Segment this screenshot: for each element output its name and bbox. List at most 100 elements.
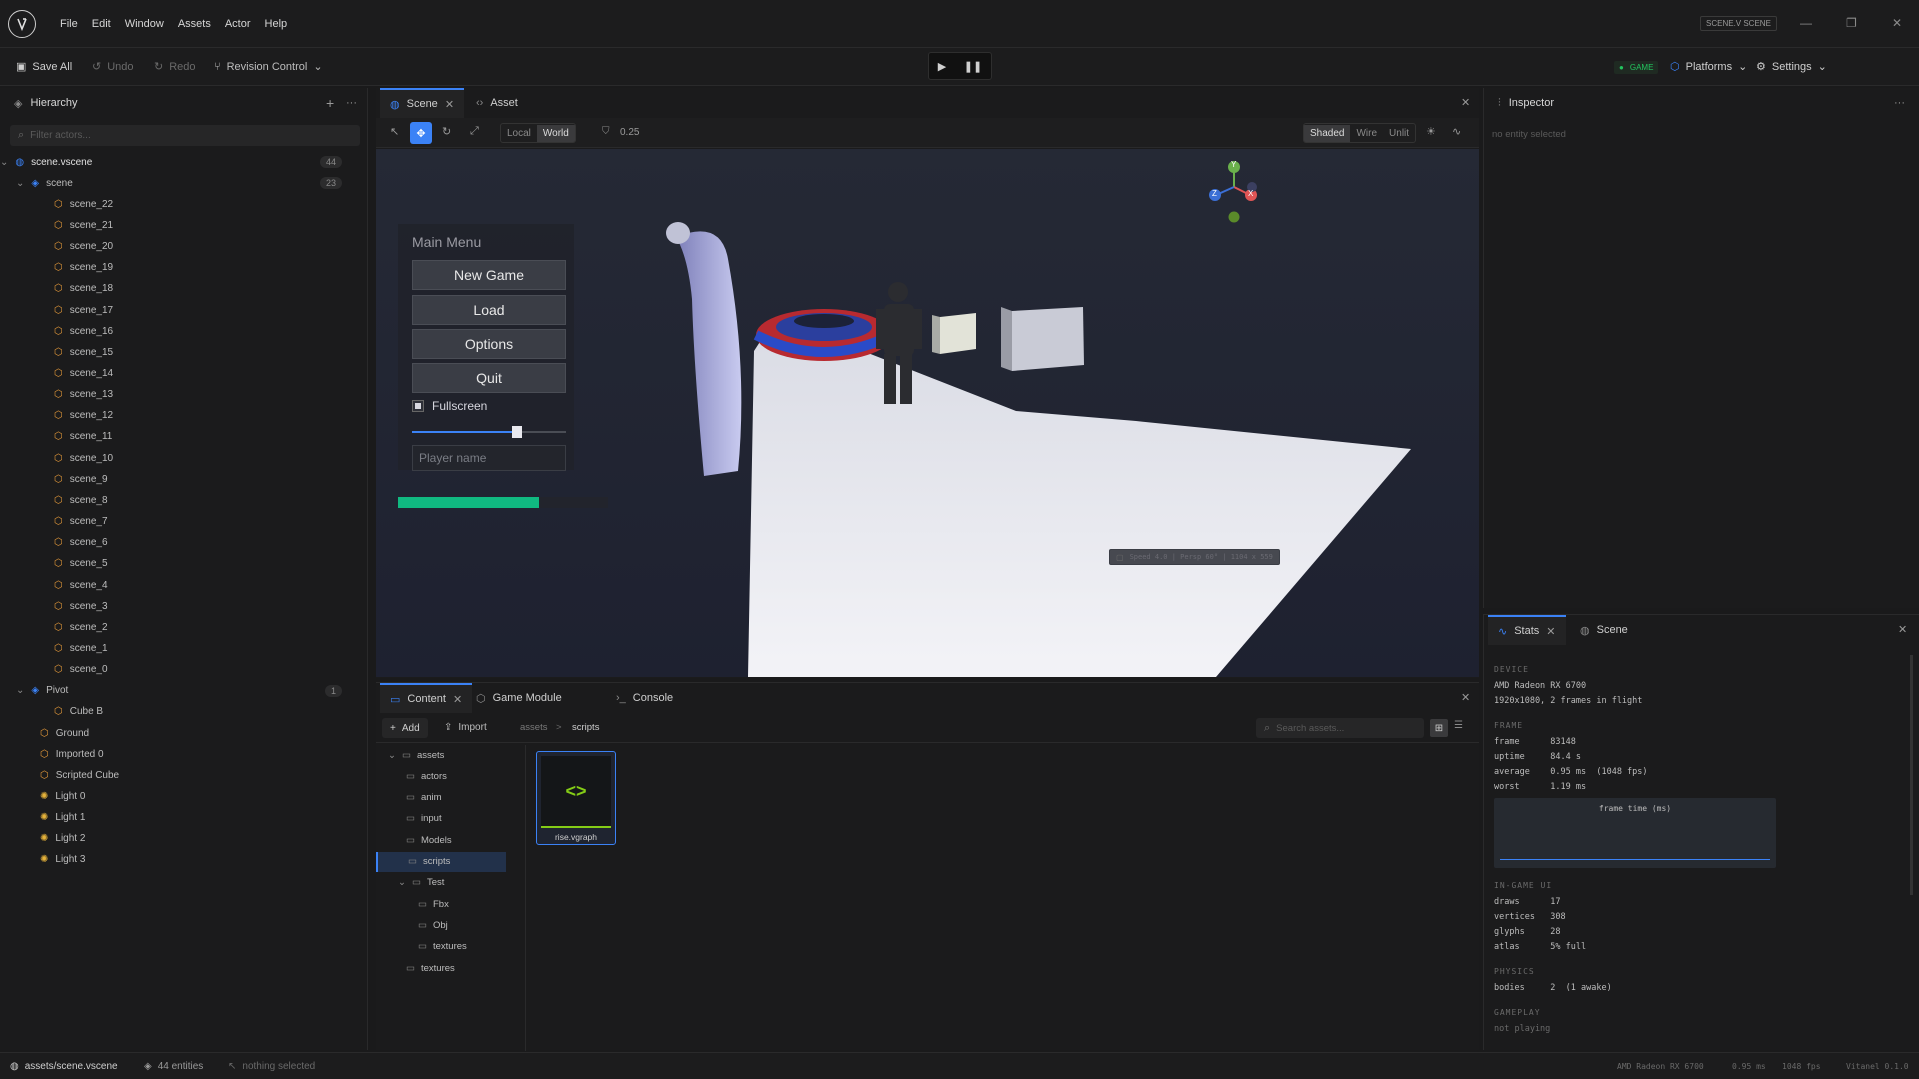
3d-viewport[interactable]: Y X Z Main Menu New Game Load Options Qu… [376, 149, 1479, 677]
tree-item-actor[interactable]: ⬡ scene_20 [54, 237, 368, 257]
platforms-button[interactable]: ⬡ Platforms ⌄ [1670, 60, 1747, 74]
status-scene-path[interactable]: ◍ assets/scene.vscene [10, 1061, 118, 1072]
minimize-icon[interactable]: — [1800, 16, 1812, 30]
shaded-button[interactable]: Shaded [1304, 124, 1351, 142]
scale-tool-icon[interactable]: ⤢ [470, 125, 479, 138]
close-icon[interactable]: ✕ [1892, 16, 1902, 30]
tree-item-actor[interactable]: ⬡ scene_11 [54, 427, 368, 447]
folder-item[interactable]: ▭ actors [406, 766, 447, 786]
folder-item[interactable]: ⌄ ▭ Test [398, 873, 444, 893]
tab-content[interactable]: ▭ Content ✕ [380, 683, 473, 713]
redo-button[interactable]: ↻ Redo [154, 60, 196, 74]
save-all-button[interactable]: ▣ Save All [16, 60, 72, 74]
sun-icon[interactable]: ☀ [1426, 125, 1436, 138]
folder-item[interactable]: ▭ textures [418, 937, 467, 957]
chevron-down-icon[interactable]: ⌄ [16, 685, 24, 696]
breadcrumb-scripts[interactable]: scripts [572, 722, 599, 733]
tree-item-scene-group[interactable]: ⌄ ◈ scene 23 [16, 173, 356, 193]
close-panel-icon[interactable]: ✕ [1461, 96, 1470, 109]
folder-item[interactable]: ▭ Obj [418, 915, 448, 935]
tree-item-actor[interactable]: ⬡ scene_18 [54, 279, 368, 299]
folder-item[interactable]: ▭ Fbx [418, 894, 449, 914]
app-logo-icon[interactable] [8, 10, 36, 38]
tree-item-light[interactable]: ✺ Light 3 [40, 850, 368, 870]
select-tool-icon[interactable]: ↖ [390, 125, 399, 138]
menu-file[interactable]: File [60, 18, 78, 30]
play-icon[interactable]: ▶ [938, 60, 946, 73]
tree-item-actor[interactable]: ⬡ Imported 0 [40, 744, 368, 764]
tree-item-actor[interactable]: ⬡ scene_5 [54, 554, 368, 574]
tree-item-actor[interactable]: ⬡ scene_7 [54, 512, 368, 532]
tree-item-actor[interactable]: ⬡ scene_8 [54, 490, 368, 510]
restore-icon[interactable]: ❐ [1846, 16, 1857, 30]
player-name-input[interactable]: Player name [412, 445, 566, 471]
activity-icon[interactable]: ∿ [1452, 125, 1461, 138]
undo-button[interactable]: ↺ Undo [92, 60, 134, 74]
tab-game-module[interactable]: ⬡ Game Module [466, 683, 572, 713]
menu-assets[interactable]: Assets [178, 18, 211, 30]
more-icon[interactable]: ··· [1894, 97, 1905, 109]
tree-item-actor[interactable]: ⬡ scene_0 [54, 660, 368, 680]
tree-item-actor[interactable]: ⬡ scene_10 [54, 448, 368, 468]
quit-button[interactable]: Quit [412, 363, 566, 393]
menu-actor[interactable]: Actor [225, 18, 251, 30]
tree-item-actor[interactable]: ⬡ scene_22 [54, 194, 368, 214]
tree-root-scene-file[interactable]: ⌄ ◍ scene.vscene 44 [0, 152, 356, 172]
tree-item-light[interactable]: ✺ Light 1 [40, 808, 368, 828]
axis-gizmo[interactable]: Y X Z [1206, 157, 1266, 227]
chevron-down-icon[interactable]: ⌄ [16, 178, 24, 189]
folder-item[interactable]: ▭ input [406, 809, 442, 829]
local-button[interactable]: Local [501, 125, 537, 142]
tree-item-actor[interactable]: ⬡ scene_17 [54, 300, 368, 320]
add-button[interactable]: + Add [382, 718, 428, 738]
tree-item-light[interactable]: ✺ Light 0 [40, 787, 368, 807]
tree-item-light[interactable]: ✺ Light 2 [40, 829, 368, 849]
more-icon[interactable]: ··· [346, 97, 357, 109]
import-button[interactable]: ⇪ Import [444, 722, 487, 733]
rotate-tool-icon[interactable]: ↻ [442, 125, 451, 138]
grid-view-icon[interactable]: ⊞ [1430, 719, 1448, 737]
tree-item-actor[interactable]: ⬡ scene_19 [54, 258, 368, 278]
list-view-icon[interactable]: ☰ [1454, 720, 1463, 731]
settings-button[interactable]: ⚙ Settings ⌄ [1756, 60, 1827, 74]
tree-item-actor[interactable]: ⬡ scene_6 [54, 533, 368, 553]
tree-item-actor[interactable]: ⬡ Ground [40, 723, 368, 743]
tree-item-actor[interactable]: ⬡ scene_2 [54, 617, 368, 637]
close-panel-icon[interactable]: ✕ [1898, 623, 1907, 636]
tree-item-actor[interactable]: ⬡ scene_15 [54, 342, 368, 362]
tree-item-actor[interactable]: ⬡ scene_14 [54, 364, 368, 384]
folder-item[interactable]: ⌄ ▭ assets [388, 745, 444, 765]
menu-window[interactable]: Window [125, 18, 164, 30]
magnet-icon[interactable]: ⛉ [602, 126, 610, 137]
tree-item-actor[interactable]: ⬡ scene_12 [54, 406, 368, 426]
menu-edit[interactable]: Edit [92, 18, 111, 30]
stats-scrollbar[interactable] [1910, 655, 1913, 895]
chevron-down-icon[interactable]: ⌄ [388, 750, 396, 761]
tree-item-actor[interactable]: ⬡ scene_16 [54, 321, 368, 341]
options-button[interactable]: Options [412, 329, 566, 359]
tab-asset[interactable]: ‹› Asset [466, 88, 528, 118]
close-tab-icon[interactable]: ✕ [1546, 625, 1555, 638]
pause-icon[interactable]: ❚❚ [964, 60, 982, 73]
fullscreen-checkbox[interactable]: Fullscreen [412, 399, 487, 413]
tree-item-actor[interactable]: ⬡ Scripted Cube [40, 765, 368, 785]
tree-item-actor[interactable]: ⬡ scene_4 [54, 575, 368, 595]
revision-control-button[interactable]: ⑂ Revision Control ⌄ [214, 60, 323, 74]
tree-item-actor[interactable]: ⬡ scene_9 [54, 469, 368, 489]
world-button[interactable]: World [536, 124, 575, 142]
tree-item-actor[interactable]: ⬡ scene_3 [54, 596, 368, 616]
menu-help[interactable]: Help [265, 18, 288, 30]
tree-item-pivot-group[interactable]: ⌄ ◈ Pivot 1 [16, 681, 356, 701]
add-icon[interactable]: + [326, 95, 334, 111]
chevron-down-icon[interactable]: ⌄ [0, 157, 8, 168]
slider-handle[interactable] [511, 426, 522, 438]
chevron-down-icon[interactable]: ⌄ [398, 877, 406, 888]
move-tool-icon[interactable]: ✥ [410, 122, 432, 144]
load-button[interactable]: Load [412, 295, 566, 325]
new-game-button[interactable]: New Game [412, 260, 566, 290]
tree-item-actor[interactable]: ⬡ scene_13 [54, 385, 368, 405]
close-tab-icon[interactable]: ✕ [453, 693, 462, 706]
close-panel-icon[interactable]: ✕ [1461, 691, 1470, 704]
folder-item[interactable]: ▭ Models [406, 830, 452, 850]
search-assets-input[interactable]: ⌕ Search assets... [1256, 718, 1424, 738]
